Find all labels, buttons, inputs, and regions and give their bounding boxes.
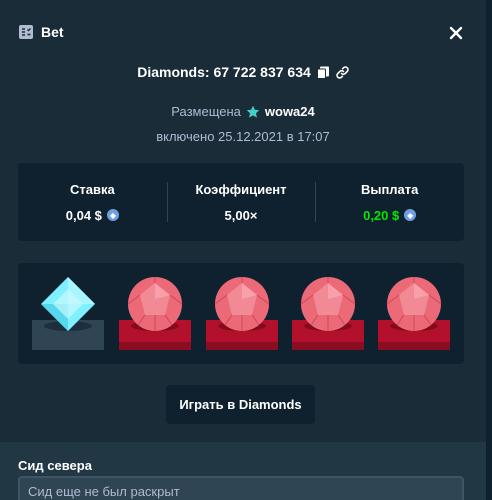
play-diamonds-button[interactable]: Играть в Diamonds (166, 385, 315, 424)
placed-by-row: Размещена wowa24 (0, 104, 486, 119)
stat-multiplier: Коэффициент 5,00× (166, 163, 316, 241)
copy-icon[interactable] (316, 66, 330, 79)
bet-details-modal: Bet Diamonds: 67 722 837 634 Размещена w… (0, 0, 492, 500)
gem-tile-ruby (205, 263, 279, 364)
server-seed-section: Сид севера Сид еще не был раскрыт (0, 442, 486, 500)
stat-wager: Ставка 0,04 $ ◆ (18, 163, 167, 241)
diamonds-board (18, 263, 464, 364)
bet-stats-panel: Ставка 0,04 $ ◆ Коэффициент 5,00× Выплат… (18, 163, 464, 241)
close-icon[interactable] (447, 24, 465, 42)
stat-label: Коэффициент (195, 181, 287, 197)
modal-title-group: Bet (18, 24, 64, 40)
gem-tile-ruby (377, 263, 451, 364)
stat-payout: Выплата 0,20 $ ◆ (315, 163, 464, 241)
ruby-gem-icon (119, 277, 191, 350)
ruby-gem-icon (206, 277, 278, 350)
stat-value: 0,04 $ ◆ (66, 208, 119, 223)
username-link[interactable]: wowa24 (265, 104, 315, 119)
eth-coin-icon: ◆ (106, 209, 119, 221)
diamond-gem-icon (32, 277, 104, 350)
gem-tile-diamond (31, 263, 105, 364)
server-seed-label: Сид севера (18, 458, 92, 473)
placed-label: Размещена (171, 104, 241, 119)
star-icon (246, 105, 260, 118)
multiplier-amount: 5,00× (224, 207, 258, 223)
stat-value: 5,00× (225, 208, 258, 223)
ruby-gem-icon (292, 277, 364, 350)
stat-label: Ставка (69, 181, 115, 197)
eth-coin-icon: ◆ (404, 209, 417, 221)
gem-tile-ruby (118, 263, 192, 364)
stat-label: Выплата (360, 181, 419, 197)
bet-date: включено 25.12.2021 в 17:07 (156, 129, 330, 144)
gem-tile-ruby (291, 263, 365, 364)
ruby-gem-icon (378, 277, 450, 350)
scrollbar-track (486, 0, 492, 500)
modal-title: Bet (41, 24, 64, 40)
game-id-text: Diamonds: 67 722 837 634 (137, 64, 311, 80)
wager-amount: 0,04 $ (65, 207, 102, 223)
game-id-row: Diamonds: 67 722 837 634 (0, 64, 486, 80)
modal-header: Bet (0, 0, 486, 66)
server-seed-field[interactable]: Сид еще не был раскрыт (18, 476, 464, 500)
stat-value: 0,20 $ ◆ (363, 207, 417, 223)
link-icon[interactable] (336, 65, 349, 79)
bet-slip-icon (19, 25, 33, 39)
payout-amount: 0,20 $ (363, 207, 400, 223)
